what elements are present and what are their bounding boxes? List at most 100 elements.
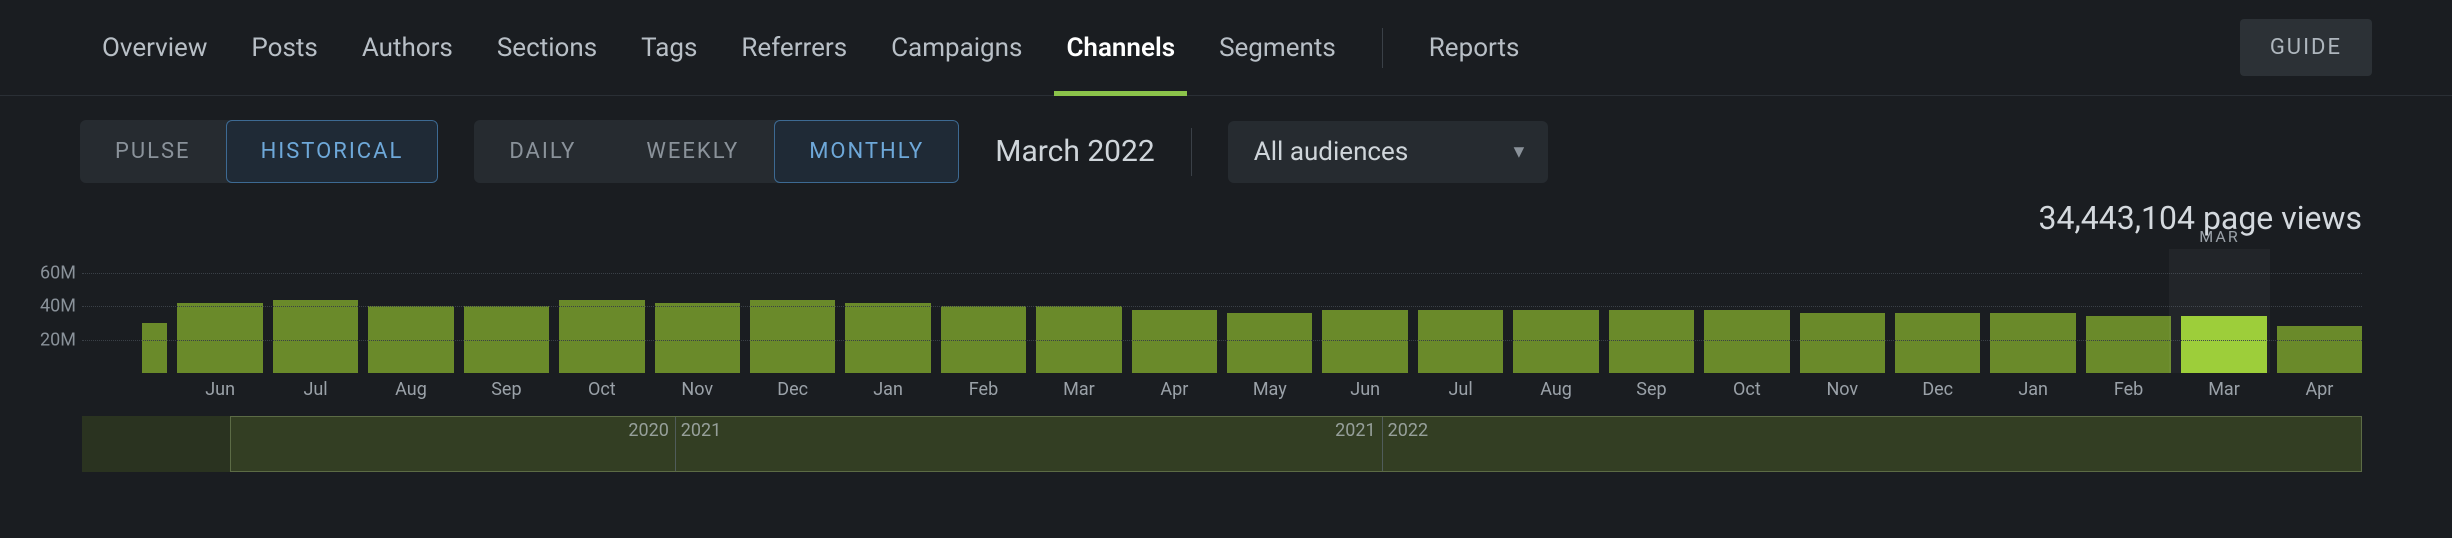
guide-button[interactable]: GUIDE	[2240, 19, 2372, 76]
bar-slot[interactable]	[464, 273, 549, 373]
bar	[1800, 313, 1885, 373]
bar	[177, 303, 262, 373]
bar-slot[interactable]	[750, 273, 835, 373]
bar	[1513, 310, 1598, 373]
nav-item-reports[interactable]: Reports	[1407, 0, 1542, 96]
bar-slot[interactable]	[1322, 273, 1407, 373]
bar-slot[interactable]	[1036, 273, 1121, 373]
bar-slot[interactable]	[273, 273, 358, 373]
nav-item-segments[interactable]: Segments	[1197, 0, 1358, 96]
bar-slot[interactable]	[1704, 273, 1789, 373]
bar	[750, 300, 835, 373]
gridline	[82, 306, 2362, 307]
x-tick-label: Oct	[1704, 379, 1789, 400]
x-tick-label: Mar	[2181, 379, 2266, 400]
x-tick-label	[82, 379, 167, 400]
bar	[1704, 310, 1789, 373]
context-brush[interactable]	[230, 416, 2362, 472]
bar	[1227, 313, 1312, 373]
x-tick-label: Mar	[1036, 379, 1121, 400]
x-tick-label: Jan	[1990, 379, 2075, 400]
x-tick-label: Jun	[1322, 379, 1407, 400]
nav-separator	[1382, 28, 1383, 68]
context-chart[interactable]: 2020202120212022	[82, 416, 2362, 472]
bar	[1132, 310, 1217, 373]
bar-slot[interactable]	[559, 273, 644, 373]
bar	[845, 303, 930, 373]
bar	[2181, 316, 2266, 373]
bar	[1609, 310, 1694, 373]
x-axis: Jun Jul Aug Sep Oct Nov Dec Jan Feb Mar Apr May Jun J…	[82, 379, 2362, 400]
x-tick-label: Jul	[273, 379, 358, 400]
nav-item-overview[interactable]: Overview	[80, 0, 229, 96]
mode-tab-pulse[interactable]: PULSE	[80, 120, 226, 183]
summary-line: 34,443,104 page views	[0, 199, 2452, 243]
x-tick-label: Nov	[655, 379, 740, 400]
y-axis: 20M 40M 60M	[20, 243, 82, 373]
bar-slot[interactable]	[845, 273, 930, 373]
x-tick-label: Jul	[1418, 379, 1503, 400]
bar	[273, 300, 358, 373]
chevron-down-icon: ▼	[1510, 141, 1528, 162]
x-tick-label: Feb	[941, 379, 1026, 400]
bar-slot[interactable]	[177, 273, 262, 373]
x-tick-label: Aug	[1513, 379, 1598, 400]
bar	[2086, 316, 2171, 373]
bar-slot[interactable]	[368, 273, 453, 373]
bar-slot[interactable]	[1895, 273, 1980, 373]
x-tick-label: Sep	[1609, 379, 1694, 400]
date-label: March 2022	[995, 134, 1155, 169]
x-tick-label: Apr	[1132, 379, 1217, 400]
nav-item-campaigns[interactable]: Campaigns	[869, 0, 1044, 96]
mode-tabs: PULSEHISTORICAL	[80, 120, 438, 183]
bar	[559, 300, 644, 373]
bar-slot[interactable]	[1132, 273, 1217, 373]
bar-slot[interactable]	[1513, 273, 1598, 373]
bar	[1418, 310, 1503, 373]
y-tick-label: 40M	[40, 296, 76, 317]
nav-item-sections[interactable]: Sections	[475, 0, 619, 96]
nav-item-referrers[interactable]: Referrers	[719, 0, 869, 96]
x-tick-label: Nov	[1800, 379, 1885, 400]
bar-slot[interactable]	[1227, 273, 1312, 373]
y-tick-label: 20M	[40, 329, 76, 350]
bar-slot[interactable]	[2181, 273, 2266, 373]
bar-slot[interactable]	[941, 273, 1026, 373]
bar-slot[interactable]	[2277, 273, 2362, 373]
nav-item-channels[interactable]: Channels	[1044, 0, 1197, 96]
summary-value: 34,443,104	[2039, 199, 2195, 237]
summary-unit: page views	[2203, 199, 2362, 237]
nav-item-posts[interactable]: Posts	[229, 0, 339, 96]
x-tick-label: Sep	[464, 379, 549, 400]
x-tick-label: May	[1227, 379, 1312, 400]
audience-dropdown[interactable]: All audiences ▼	[1228, 121, 1548, 183]
x-tick-label: Oct	[559, 379, 644, 400]
bar-slot[interactable]	[82, 273, 167, 373]
bar-slot[interactable]	[655, 273, 740, 373]
bar	[1322, 310, 1407, 373]
y-tick-label: 60M	[40, 263, 76, 284]
x-tick-label: Jan	[845, 379, 930, 400]
bar-slot[interactable]	[1990, 273, 2075, 373]
x-tick-label: Dec	[1895, 379, 1980, 400]
nav-item-authors[interactable]: Authors	[340, 0, 475, 96]
bar	[655, 303, 740, 373]
x-tick-label: Aug	[368, 379, 453, 400]
top-nav: OverviewPostsAuthorsSectionsTagsReferrer…	[0, 0, 2452, 96]
bar	[2277, 326, 2362, 373]
granularity-tab-monthly[interactable]: MONTHLY	[774, 120, 959, 183]
bar-slot[interactable]	[2086, 273, 2171, 373]
bar-chart: 20M 40M 60M MAR	[20, 243, 2362, 373]
mode-tab-historical[interactable]: HISTORICAL	[226, 120, 439, 183]
x-tick-label: Apr	[2277, 379, 2362, 400]
bar-slot[interactable]	[1609, 273, 1694, 373]
plot-area: MAR	[82, 273, 2362, 373]
audience-dropdown-value: All audiences	[1254, 137, 1408, 167]
nav-item-tags[interactable]: Tags	[619, 0, 719, 96]
x-tick-label: Jun	[177, 379, 262, 400]
controls-separator	[1191, 128, 1192, 176]
bar-slot[interactable]	[1418, 273, 1503, 373]
granularity-tab-weekly[interactable]: WEEKLY	[611, 120, 774, 183]
bar-slot[interactable]	[1800, 273, 1885, 373]
granularity-tab-daily[interactable]: DAILY	[474, 120, 611, 183]
